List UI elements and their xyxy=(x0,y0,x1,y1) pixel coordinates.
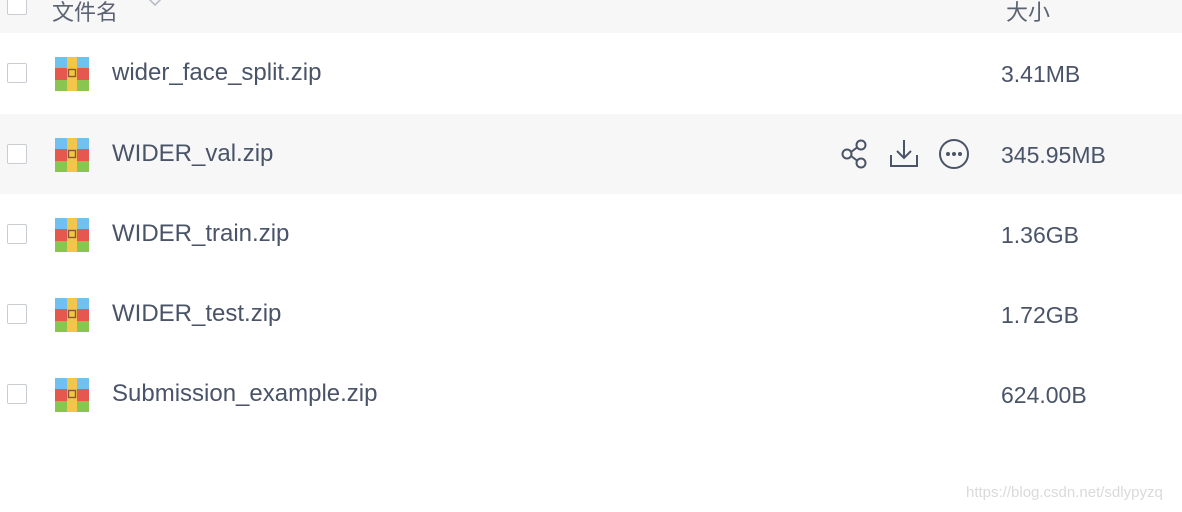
column-header-name[interactable]: 文件名 xyxy=(52,0,118,27)
column-header-size[interactable]: 大小 xyxy=(1006,0,1050,27)
file-list-header: 文件名 大小 xyxy=(0,0,1182,33)
share-icon[interactable] xyxy=(836,136,872,172)
file-name[interactable]: wider_face_split.zip xyxy=(112,59,321,87)
file-row[interactable]: wider_face_split.zip 3.41MB xyxy=(0,33,1182,113)
file-row[interactable]: WIDER_train.zip 1.36GB xyxy=(0,194,1182,274)
file-row[interactable]: WIDER_test.zip 1.72GB xyxy=(0,274,1182,354)
row-checkbox[interactable] xyxy=(7,384,27,404)
file-size: 345.95MB xyxy=(1001,142,1106,168)
row-checkbox[interactable] xyxy=(7,304,27,324)
file-name[interactable]: WIDER_train.zip xyxy=(112,220,289,248)
zip-archive-icon xyxy=(55,57,89,91)
file-row[interactable]: WIDER_val.zip 345.95MB xyxy=(0,114,1182,194)
row-checkbox[interactable] xyxy=(7,144,27,164)
zip-archive-icon xyxy=(55,218,89,252)
zip-archive-icon xyxy=(55,138,89,172)
file-size: 1.72GB xyxy=(1001,302,1079,328)
file-row[interactable]: Submission_example.zip 624.00B xyxy=(0,354,1182,434)
file-name[interactable]: Submission_example.zip xyxy=(112,380,377,408)
zip-archive-icon xyxy=(55,298,89,332)
file-size: 1.36GB xyxy=(1001,222,1079,248)
download-icon[interactable] xyxy=(886,136,922,172)
chevron-down-icon[interactable] xyxy=(146,0,164,8)
file-name[interactable]: WIDER_val.zip xyxy=(112,140,273,168)
select-all-checkbox[interactable] xyxy=(7,0,27,15)
file-size: 624.00B xyxy=(1001,382,1087,408)
watermark: https://blog.csdn.net/sdlypyzq xyxy=(966,484,1163,501)
file-name[interactable]: WIDER_test.zip xyxy=(112,300,281,328)
row-checkbox[interactable] xyxy=(7,63,27,83)
file-size: 3.41MB xyxy=(1001,61,1081,87)
more-icon[interactable] xyxy=(936,136,972,172)
zip-archive-icon xyxy=(55,378,89,412)
row-checkbox[interactable] xyxy=(7,224,27,244)
